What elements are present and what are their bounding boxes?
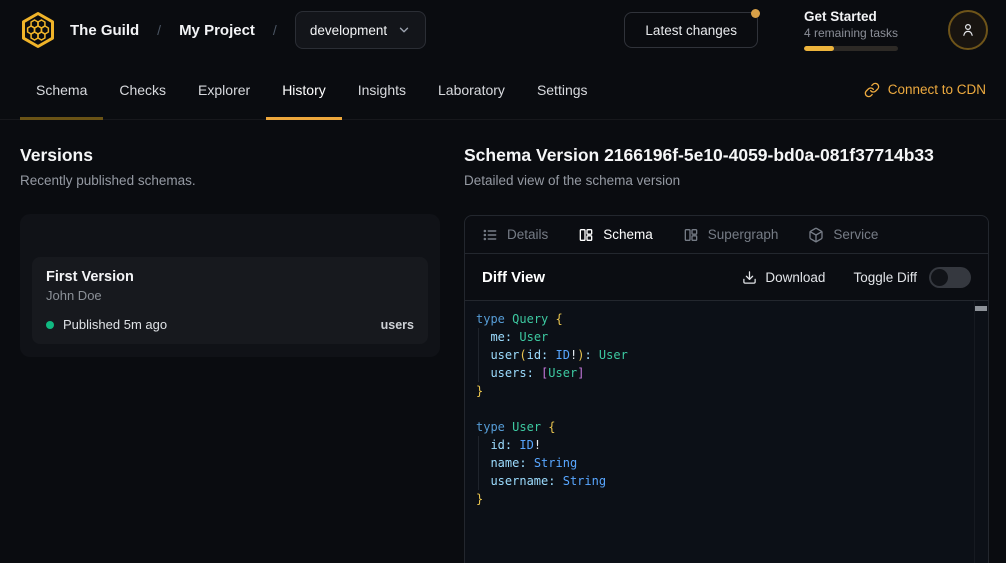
versions-panel: Versions Recently published schemas. Fir… — [0, 120, 464, 563]
switch-knob — [931, 269, 948, 286]
get-started-subtitle: 4 remaining tasks — [804, 26, 898, 40]
target-selector-value: development — [310, 23, 387, 38]
progress-fill — [804, 46, 834, 51]
get-started-progress-bar — [804, 46, 898, 51]
version-status: Published 5m ago — [63, 317, 167, 332]
versions-title: Versions — [20, 145, 464, 166]
tab-service[interactable]: Service — [808, 227, 878, 243]
tab-label: Supergraph — [708, 227, 779, 242]
tab-insights[interactable]: Insights — [342, 60, 422, 119]
tab-label: Explorer — [198, 82, 250, 98]
code-line: } — [476, 490, 972, 508]
tab-history[interactable]: History — [266, 60, 342, 119]
tab-laboratory[interactable]: Laboratory — [422, 60, 521, 119]
code-line: name: String — [476, 454, 972, 472]
link-icon — [864, 82, 880, 98]
download-icon — [742, 270, 757, 285]
user-menu-button[interactable] — [948, 10, 988, 50]
main-content: Versions Recently published schemas. Fir… — [0, 120, 1006, 563]
breadcrumb-separator: / — [273, 22, 277, 38]
list-icon — [482, 227, 498, 243]
scrollbar-thumb[interactable] — [975, 306, 987, 311]
diff-view-title: Diff View — [482, 269, 545, 286]
connect-to-cdn-link[interactable]: Connect to CDN — [864, 60, 986, 119]
code-line: username: String — [476, 472, 972, 490]
tab-details[interactable]: Details — [482, 227, 548, 243]
tab-label: Laboratory — [438, 82, 505, 98]
schema-version-subtitle: Detailed view of the schema version — [464, 173, 989, 188]
tab-label: Schema — [603, 227, 653, 242]
connect-to-cdn-label: Connect to CDN — [888, 82, 986, 97]
notification-dot — [751, 9, 760, 18]
person-icon — [959, 21, 977, 39]
download-label: Download — [765, 270, 825, 285]
tab-underline — [20, 117, 103, 120]
code-line: users: [User] — [476, 364, 972, 382]
get-started-widget[interactable]: Get Started 4 remaining tasks — [804, 9, 898, 51]
latest-changes-label: Latest changes — [645, 23, 737, 38]
app-header: The Guild / My Project / development Lat… — [0, 0, 1006, 60]
tab-label: Insights — [358, 82, 406, 98]
code-line: user(id: ID!): User — [476, 346, 972, 364]
diff-toolbar: Diff View Download Toggle D — [465, 254, 988, 301]
download-button[interactable]: Download — [742, 270, 825, 285]
versions-subtitle: Recently published schemas. — [20, 173, 464, 188]
code-line — [476, 400, 972, 418]
tab-settings[interactable]: Settings — [521, 60, 604, 119]
tab-label: Details — [507, 227, 548, 242]
schema-version-box: Details Schema — [464, 215, 989, 563]
schema-version-tabs: Details Schema — [465, 216, 988, 254]
tab-checks[interactable]: Checks — [103, 60, 182, 119]
version-service-badge: users — [381, 318, 414, 332]
tab-label: Service — [833, 227, 878, 242]
tab-label: Checks — [119, 82, 166, 98]
schema-version-title: Schema Version 2166196f-5e10-4059-bd0a-0… — [464, 145, 989, 166]
version-name: First Version — [46, 269, 414, 285]
breadcrumb-separator: / — [157, 22, 161, 38]
tab-label: Settings — [537, 82, 588, 98]
version-meta-row: Published 5m ago users — [46, 317, 414, 332]
cube-icon — [808, 227, 824, 243]
panels-icon — [683, 227, 699, 243]
tab-supergraph[interactable]: Supergraph — [683, 227, 779, 243]
latest-changes-button[interactable]: Latest changes — [624, 12, 758, 48]
version-author: John Doe — [46, 288, 414, 303]
tab-label: History — [282, 82, 326, 98]
tab-schema[interactable]: Schema — [20, 60, 103, 119]
target-selector[interactable]: development — [295, 11, 426, 49]
versions-list: First Version John Doe Published 5m ago … — [20, 214, 440, 357]
tab-explorer[interactable]: Explorer — [182, 60, 266, 119]
code-line: me: User — [476, 328, 972, 346]
version-card[interactable]: First Version John Doe Published 5m ago … — [32, 257, 428, 344]
tab-schema-view[interactable]: Schema — [578, 227, 653, 243]
code-scrollbar[interactable] — [974, 301, 988, 563]
chevron-down-icon — [397, 23, 411, 37]
code-line: id: ID! — [476, 436, 972, 454]
tab-label: Schema — [36, 82, 87, 98]
code-line: } — [476, 382, 972, 400]
get-started-title: Get Started — [804, 9, 898, 25]
toggle-diff-switch[interactable] — [929, 267, 971, 288]
toggle-diff-label: Toggle Diff — [853, 270, 917, 285]
code-block: type Query { me: User user(id: ID!): Use… — [476, 310, 972, 508]
published-status-dot — [46, 321, 54, 329]
tab-underline — [266, 117, 342, 120]
panels-icon — [578, 227, 594, 243]
hive-logo-icon[interactable] — [18, 10, 58, 50]
breadcrumb-org[interactable]: The Guild — [70, 22, 139, 39]
indent-guide — [478, 436, 479, 490]
code-line: type User { — [476, 418, 972, 436]
breadcrumb: The Guild / My Project / development — [70, 11, 426, 49]
code-line: type Query { — [476, 310, 972, 328]
indent-guide — [478, 328, 479, 382]
schema-version-panel: Schema Version 2166196f-5e10-4059-bd0a-0… — [464, 120, 989, 563]
project-nav: Schema Checks Explorer History Insights … — [0, 60, 1006, 120]
schema-code-viewer[interactable]: type Query { me: User user(id: ID!): Use… — [465, 301, 988, 563]
breadcrumb-project[interactable]: My Project — [179, 22, 255, 39]
